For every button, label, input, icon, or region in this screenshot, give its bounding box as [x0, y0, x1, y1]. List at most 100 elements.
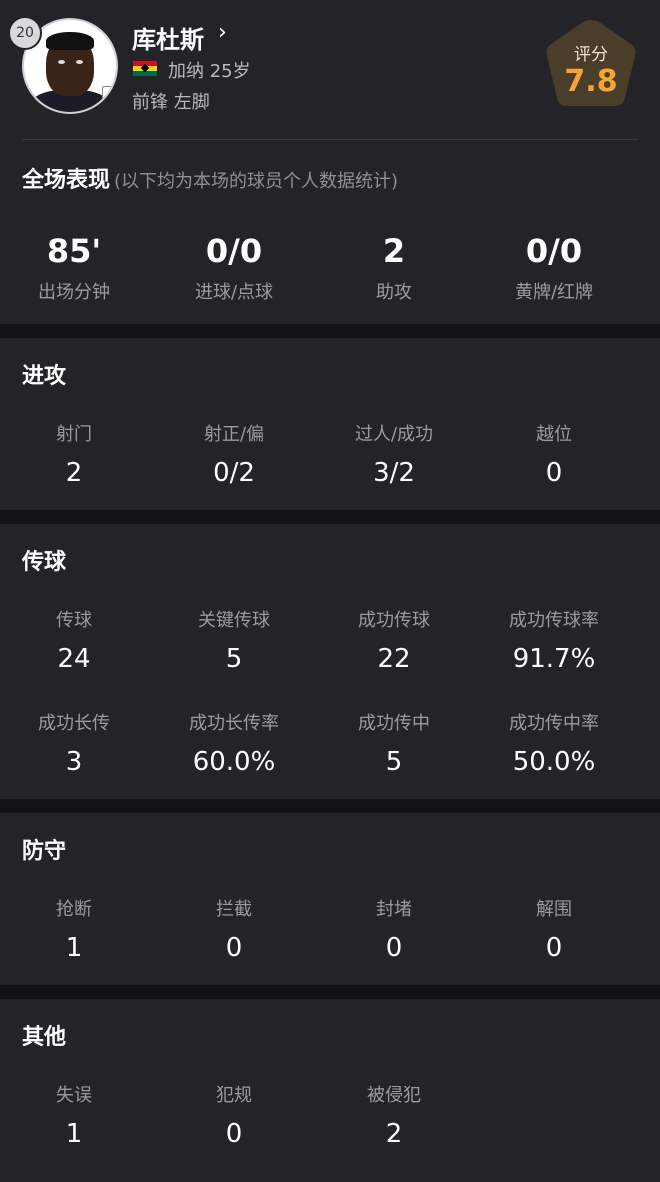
attack-title: 进攻 — [22, 364, 67, 389]
player-avatar[interactable]: 20 — [8, 16, 118, 114]
overall-subtitle: (以下均为本场的球员个人数据统计) — [114, 171, 399, 192]
stat-value: 1 — [65, 933, 83, 963]
rating-badge: 评分 7.8 — [543, 18, 639, 108]
chevron-right-icon[interactable]: › — [218, 20, 227, 45]
stat-label: 越位 — [536, 424, 572, 445]
stat-pass-accuracy: 成功传球率 91.7% — [474, 609, 634, 675]
defense-title: 防守 — [22, 839, 67, 864]
stat-interceptions: 拦截 0 — [154, 898, 314, 964]
stat-value: 5 — [385, 747, 403, 777]
stat-value: 22 — [377, 644, 411, 674]
stat-label: 失误 — [56, 1085, 92, 1106]
other-stats: 失误 1 犯规 0 被侵犯 2 — [0, 1084, 634, 1150]
stat-label: 成功长传率 — [189, 713, 279, 734]
stat-value: 0 — [385, 933, 403, 963]
stat-value: 3/2 — [373, 458, 415, 488]
stat-label: 拦截 — [216, 899, 252, 920]
stat-label: 进球/点球 — [194, 282, 274, 303]
header-divider — [22, 139, 638, 140]
defense-section: 防守 抢断 1 拦截 0 封堵 0 解围 0 — [0, 813, 660, 985]
stat-value: 0 — [225, 933, 243, 963]
nation-age: 加纳 25岁 — [168, 61, 251, 82]
stat-value: 91.7% — [512, 644, 596, 674]
attack-stats: 射门 2 射正/偏 0/2 过人/成功 3/2 越位 0 — [0, 423, 634, 489]
passing-title: 传球 — [22, 550, 67, 575]
passing-section: 传球 传球 24 关键传球 5 成功传球 22 成功传球率 91.7% 成功长传… — [0, 524, 660, 799]
stat-cards: 0/0 黄牌/红牌 — [474, 232, 634, 304]
stat-cross-accuracy: 成功传中率 50.0% — [474, 712, 634, 778]
stat-blocks: 封堵 0 — [314, 898, 474, 964]
overall-title-row: 全场表现 (以下均为本场的球员个人数据统计) — [22, 162, 398, 194]
stat-clearances: 解围 0 — [474, 898, 634, 964]
defense-stats: 抢断 1 拦截 0 封堵 0 解围 0 — [0, 898, 634, 964]
stat-was-fouled: 被侵犯 2 — [314, 1084, 474, 1150]
stat-label: 成功传球 — [358, 610, 430, 631]
stat-offsides: 越位 0 — [474, 423, 634, 489]
stat-label: 被侵犯 — [367, 1085, 421, 1106]
stat-label: 成功传中 — [358, 713, 430, 734]
stat-value: 0 — [545, 933, 563, 963]
stat-goals-penalties: 0/0 进球/点球 — [154, 232, 314, 304]
stat-label: 成功传中率 — [509, 713, 599, 734]
empty-cell — [474, 1084, 634, 1150]
stat-label: 解围 — [536, 899, 572, 920]
stat-label: 犯规 — [216, 1085, 252, 1106]
stat-value: 0/0 — [525, 232, 583, 270]
rating-label: 评分 — [574, 45, 608, 65]
stat-value: 0 — [545, 458, 563, 488]
passing-stats-row2: 成功长传 3 成功长传率 60.0% 成功传中 5 成功传中率 50.0% — [0, 712, 634, 778]
stat-minutes: 85' 出场分钟 — [0, 232, 154, 304]
stat-shots: 射门 2 — [0, 423, 154, 489]
stat-value: 24 — [57, 644, 91, 674]
stat-errors: 失误 1 — [0, 1084, 154, 1150]
tottenham-crest-icon — [102, 86, 116, 110]
stat-accurate-passes: 成功传球 22 — [314, 609, 474, 675]
player-summary-card: 20 库杜斯 › 加纳 25岁 前锋 左脚 评分 7.8 全场表现 (以下均为本场… — [0, 0, 660, 324]
stat-label: 射门 — [56, 424, 92, 445]
stat-label: 助攻 — [376, 282, 412, 303]
other-title: 其他 — [22, 1025, 67, 1050]
stat-value: 0/2 — [213, 458, 255, 488]
ghana-flag-icon — [133, 61, 157, 76]
stat-dribbles: 过人/成功 3/2 — [314, 423, 474, 489]
stat-accurate-long-balls: 成功长传 3 — [0, 712, 154, 778]
stat-label: 关键传球 — [198, 610, 270, 631]
stat-label: 黄牌/红牌 — [514, 282, 594, 303]
overall-title: 全场表现 — [22, 168, 111, 193]
stat-value: 3 — [65, 747, 83, 777]
stat-label: 出场分钟 — [38, 282, 110, 303]
stat-value: 2 — [385, 1119, 403, 1149]
stat-label: 抢断 — [56, 899, 92, 920]
passing-stats-row1: 传球 24 关键传球 5 成功传球 22 成功传球率 91.7% — [0, 609, 634, 675]
section-gap — [0, 799, 660, 813]
stat-fouls: 犯规 0 — [154, 1084, 314, 1150]
section-gap — [0, 324, 660, 338]
stat-accurate-crosses: 成功传中 5 — [314, 712, 474, 778]
stat-key-passes: 关键传球 5 — [154, 609, 314, 675]
position-foot: 前锋 左脚 — [132, 92, 210, 113]
stat-passes: 传球 24 — [0, 609, 154, 675]
stat-value: 60.0% — [192, 747, 276, 777]
stat-value: 2 — [65, 458, 83, 488]
overall-stats: 85' 出场分钟 0/0 进球/点球 2 助攻 0/0 黄牌/红牌 — [0, 232, 634, 304]
stat-value: 1 — [65, 1119, 83, 1149]
stat-value: 0 — [225, 1119, 243, 1149]
stat-value: 2 — [382, 232, 406, 270]
stat-label: 传球 — [56, 610, 92, 631]
section-gap — [0, 985, 660, 999]
attack-section: 进攻 射门 2 射正/偏 0/2 过人/成功 3/2 越位 0 — [0, 338, 660, 510]
stat-value: 0/0 — [205, 232, 263, 270]
player-name[interactable]: 库杜斯 — [132, 20, 204, 55]
shirt-number-badge: 20 — [8, 16, 42, 50]
stat-shots-on-off: 射正/偏 0/2 — [154, 423, 314, 489]
rating-value: 7.8 — [564, 64, 618, 99]
stat-value: 50.0% — [512, 747, 596, 777]
stat-label: 成功传球率 — [509, 610, 599, 631]
stat-value: 85' — [46, 232, 102, 270]
stat-value: 5 — [225, 644, 243, 674]
stat-label: 过人/成功 — [354, 424, 434, 445]
stat-long-ball-accuracy: 成功长传率 60.0% — [154, 712, 314, 778]
other-section: 其他 失误 1 犯规 0 被侵犯 2 — [0, 999, 660, 1182]
stat-tackles: 抢断 1 — [0, 898, 154, 964]
section-gap — [0, 510, 660, 524]
